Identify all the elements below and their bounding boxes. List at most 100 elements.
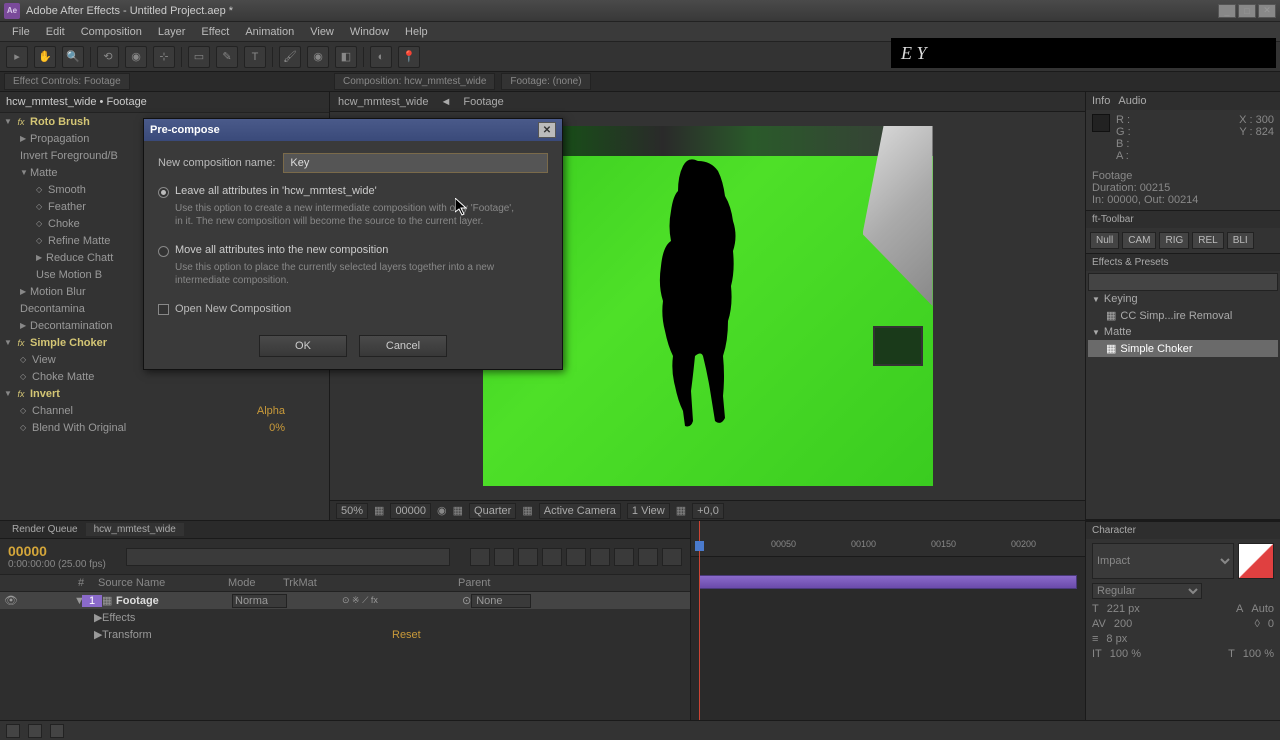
text-tool-icon[interactable]: T (244, 46, 266, 68)
ep-keying[interactable]: ▼Keying (1088, 291, 1278, 307)
hscale[interactable]: 100 % (1243, 648, 1274, 660)
ec-blend[interactable]: ◇Blend With Original0% (0, 419, 329, 436)
maximize-button[interactable]: □ (1238, 4, 1256, 18)
menu-window[interactable]: Window (344, 24, 395, 40)
resolution-dropdown[interactable]: Quarter (469, 503, 516, 519)
tl-tab-render-queue[interactable]: Render Queue (4, 523, 86, 536)
puppet-tool-icon[interactable]: 📍 (398, 46, 420, 68)
menu-view[interactable]: View (304, 24, 340, 40)
tl-btn-icon[interactable] (614, 548, 634, 566)
eraser-tool-icon[interactable]: ◧ (335, 46, 357, 68)
color-swatch-icon[interactable] (1238, 543, 1274, 579)
effect-controls-tab[interactable]: Effect Controls: Footage (4, 73, 130, 90)
sb-icon[interactable] (50, 724, 64, 738)
playhead[interactable] (699, 521, 700, 720)
layer-bar[interactable] (699, 575, 1077, 589)
comp-nav-layer[interactable]: Footage (463, 96, 503, 108)
tl-layer-row[interactable]: 👁 ▼ 1 ▦ Footage Norma ⊙ ※ ⟋ fx ⊙ None (0, 592, 690, 609)
camera-tool-icon[interactable]: ◉ (125, 46, 147, 68)
roto-tool-icon[interactable]: ◐ (370, 46, 392, 68)
fx-invert[interactable]: ▼fxInvert (0, 385, 329, 402)
minimize-button[interactable]: _ (1218, 4, 1236, 18)
tb-rig[interactable]: RIG (1159, 232, 1189, 249)
composition-tab[interactable]: Composition: hcw_mmtest_wide (334, 73, 495, 90)
comp-nav-comp[interactable]: hcw_mmtest_wide (338, 96, 428, 108)
tl-search-input[interactable] (126, 548, 450, 566)
time-display[interactable]: 00000 (390, 503, 431, 519)
effects-search-input[interactable] (1088, 273, 1278, 291)
tl-effects-row[interactable]: ▶ Effects (0, 609, 690, 626)
ec-channel[interactable]: ◇ChannelAlpha (0, 402, 329, 419)
tl-btn-icon[interactable] (542, 548, 562, 566)
menu-edit[interactable]: Edit (40, 24, 71, 40)
info-tab[interactable]: Info (1092, 95, 1110, 107)
tb-bli[interactable]: BLI (1227, 232, 1254, 249)
check-open-comp[interactable] (158, 304, 169, 315)
comp-name-input[interactable] (283, 153, 548, 173)
timeline-track-area[interactable]: 00050 00100 00150 00200 (690, 521, 1085, 720)
audio-tab[interactable]: Audio (1118, 95, 1146, 107)
dialog-close-button[interactable]: ✕ (538, 122, 556, 138)
view-dropdown[interactable]: 1 View (627, 503, 670, 519)
font-family-dropdown[interactable]: Impact (1092, 543, 1234, 579)
ep-matte[interactable]: ▼Matte (1088, 324, 1278, 340)
sb-icon[interactable] (6, 724, 20, 738)
ec-choke-matte[interactable]: ◇Choke Matte (0, 368, 329, 385)
kerning[interactable]: 0 (1268, 618, 1274, 630)
vc-icon[interactable]: ◉ (437, 504, 447, 517)
camera-dropdown[interactable]: Active Camera (539, 503, 621, 519)
stroke-width[interactable]: 8 px (1106, 633, 1127, 645)
footage-tab[interactable]: Footage: (none) (501, 73, 590, 90)
exposure-control[interactable]: +0,0 (692, 503, 724, 519)
menu-file[interactable]: File (6, 24, 36, 40)
tl-transform-row[interactable]: ▶ Transform Reset (0, 626, 690, 643)
vc-icon[interactable]: ▦ (676, 504, 686, 517)
radio-leave-attrs[interactable] (158, 187, 169, 198)
vc-icon[interactable]: ▦ (374, 504, 384, 517)
zoom-tool-icon[interactable]: 🔍 (62, 46, 84, 68)
vc-icon[interactable]: ▦ (522, 504, 532, 517)
tl-tab-comp[interactable]: hcw_mmtest_wide (86, 523, 184, 536)
radio-leave-label[interactable]: Leave all attributes in 'hcw_mmtest_wide… (175, 185, 377, 197)
clone-tool-icon[interactable]: ◉ (307, 46, 329, 68)
menu-composition[interactable]: Composition (75, 24, 148, 40)
dialog-titlebar[interactable]: Pre-compose ✕ (144, 119, 562, 141)
ep-cc-wire[interactable]: ▦CC Simp...ire Removal (1088, 307, 1278, 324)
close-button[interactable]: ✕ (1258, 4, 1276, 18)
tl-timecode[interactable]: 00000 (8, 543, 106, 559)
shape-tool-icon[interactable]: ▭ (188, 46, 210, 68)
tl-btn-icon[interactable] (494, 548, 514, 566)
radio-move-label[interactable]: Move all attributes into the new composi… (175, 244, 388, 256)
menu-layer[interactable]: Layer (152, 24, 192, 40)
tl-btn-icon[interactable] (470, 548, 490, 566)
tl-btn-icon[interactable] (566, 548, 586, 566)
ok-button[interactable]: OK (259, 335, 347, 357)
tl-btn-icon[interactable] (662, 548, 682, 566)
vscale[interactable]: 100 % (1110, 648, 1141, 660)
hand-tool-icon[interactable]: ✋ (34, 46, 56, 68)
sb-icon[interactable] (28, 724, 42, 738)
anchor-tool-icon[interactable]: ⊹ (153, 46, 175, 68)
tl-btn-icon[interactable] (518, 548, 538, 566)
vc-icon[interactable]: ▦ (453, 504, 463, 517)
tracking[interactable]: 200 (1114, 618, 1132, 630)
menu-effect[interactable]: Effect (195, 24, 235, 40)
check-open-label[interactable]: Open New Composition (175, 303, 291, 315)
tl-btn-icon[interactable] (590, 548, 610, 566)
pen-tool-icon[interactable]: ✎ (216, 46, 238, 68)
rotate-tool-icon[interactable]: ⟲ (97, 46, 119, 68)
font-size[interactable]: 221 px (1107, 603, 1140, 615)
tb-cam[interactable]: CAM (1122, 232, 1156, 249)
tl-btn-icon[interactable] (638, 548, 658, 566)
selection-tool-icon[interactable]: ▸ (6, 46, 28, 68)
leading[interactable]: Auto (1251, 603, 1274, 615)
menu-help[interactable]: Help (399, 24, 434, 40)
tb-rel[interactable]: REL (1192, 232, 1223, 249)
nav-back-icon[interactable]: ◄ (440, 96, 451, 108)
cancel-button[interactable]: Cancel (359, 335, 447, 357)
tb-null[interactable]: Null (1090, 232, 1119, 249)
font-style-dropdown[interactable]: Regular (1092, 583, 1202, 599)
radio-move-attrs[interactable] (158, 246, 169, 257)
ep-simple-choker[interactable]: ▦Simple Choker (1088, 340, 1278, 357)
menu-animation[interactable]: Animation (239, 24, 300, 40)
